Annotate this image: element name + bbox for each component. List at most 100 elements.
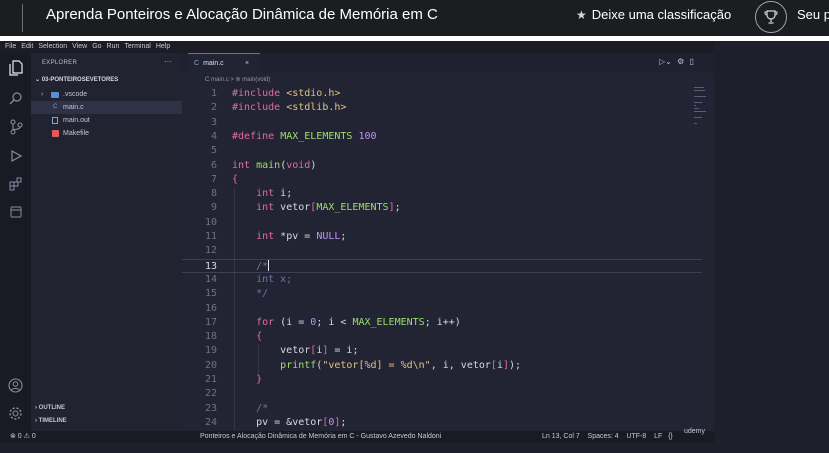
minimap bbox=[694, 87, 710, 127]
code-text: { bbox=[232, 173, 239, 185]
code-line: 16 bbox=[182, 302, 702, 316]
star-icon: ★ bbox=[576, 8, 587, 22]
explorer-item-main-c: C main.c bbox=[31, 101, 182, 114]
line-number: 4 bbox=[210, 130, 217, 142]
indent-guide bbox=[258, 344, 259, 373]
explorer-item-label: Makefile bbox=[63, 130, 90, 137]
code-line: 11 int *pv = NULL; bbox=[182, 230, 702, 244]
code-text: pv = &vetor[0]; bbox=[232, 416, 347, 428]
chevron-right-icon: › bbox=[41, 91, 44, 98]
line-number: 24 bbox=[204, 416, 217, 428]
line-number: 7 bbox=[210, 173, 217, 185]
extensions-icon bbox=[7, 175, 24, 192]
file-icon bbox=[52, 117, 58, 124]
c-file-icon: C bbox=[205, 77, 210, 83]
line-number: 3 bbox=[210, 116, 217, 128]
progress-label[interactable]: Seu p bbox=[797, 7, 829, 22]
code-line: 18 { bbox=[182, 330, 702, 344]
c-file-icon: C bbox=[53, 104, 58, 110]
code-line: 15 */ bbox=[182, 287, 702, 301]
code-text: #include <stdio.h> bbox=[232, 88, 341, 99]
makefile-icon bbox=[52, 130, 59, 137]
indentation: Spaces: 4 bbox=[587, 433, 619, 440]
close-icon: × bbox=[245, 60, 250, 67]
code-line: 24 pv = &vetor[0]; bbox=[182, 416, 702, 430]
indent-guide bbox=[234, 187, 235, 431]
source-control-icon bbox=[7, 118, 24, 135]
explorer-item-label: .vscode bbox=[63, 91, 88, 98]
course-title[interactable]: Aprenda Ponteiros e Alocação Dinâmica de… bbox=[46, 6, 438, 24]
code-text: int i; bbox=[256, 188, 293, 200]
run-debug-icon bbox=[7, 147, 24, 164]
code-line: 22 bbox=[182, 387, 702, 401]
header-divider bbox=[22, 4, 23, 32]
menu-item: Help bbox=[155, 43, 171, 50]
line-number: 8 bbox=[210, 188, 217, 200]
code-line: 21 } bbox=[182, 373, 702, 387]
workspace-folder: ⌄ 03-PONTEIROSEVETORES bbox=[35, 76, 118, 83]
code-line: 17 for (i = 0; i < MAX_ELEMENTS; i++) bbox=[182, 316, 702, 330]
line-number: 18 bbox=[204, 331, 217, 343]
explorer-icon bbox=[7, 59, 24, 76]
editor-tabbar: Cmain.c × ▷⌄ ⚙ ▯ bbox=[182, 53, 714, 73]
line-number: 16 bbox=[204, 302, 217, 314]
status-right: Ln 13, Col 7 Spaces: 4 UTF-8 LF {} bbox=[542, 431, 673, 443]
menu-item: Go bbox=[92, 43, 102, 50]
code-line: 10 bbox=[182, 216, 702, 230]
split-editor-icon: ▯ bbox=[689, 57, 694, 66]
c-file-icon: C bbox=[194, 60, 200, 67]
explorer-item-main-out: main.out bbox=[31, 114, 182, 127]
code-line: 7{ bbox=[182, 173, 702, 187]
search-icon bbox=[7, 89, 24, 106]
code-text: int *pv = NULL; bbox=[256, 231, 347, 242]
line-number: 17 bbox=[204, 316, 217, 328]
vscode-menubar: File Edit Selection View Go Run Terminal Help bbox=[0, 41, 714, 53]
line-number: 20 bbox=[204, 359, 217, 371]
code-line: 20 printf("vetor[%d] = %d\n", i, vetor[i… bbox=[182, 359, 702, 373]
menu-item: Edit bbox=[21, 43, 34, 50]
code-text: for (i = 0; i < MAX_ELEMENTS; i++) bbox=[256, 316, 461, 328]
remote-explorer-icon bbox=[7, 203, 24, 220]
code-line: 8 int i; bbox=[182, 187, 702, 201]
explorer-item-vscode: › .vscode bbox=[31, 88, 182, 101]
rate-label: Deixe uma classificação bbox=[591, 7, 732, 22]
video-frame[interactable]: File Edit Selection View Go Run Terminal Help E… bbox=[0, 41, 829, 453]
trophy-icon bbox=[764, 10, 778, 24]
code-line: 6 int main(void) bbox=[182, 159, 702, 173]
code-text: #include <stdlib.h> bbox=[232, 102, 347, 114]
tab-main-c: Cmain.c × bbox=[188, 53, 260, 73]
code-text: { bbox=[256, 331, 263, 343]
code-line: 9 int vetor[MAX_ELEMENTS]; bbox=[182, 201, 702, 215]
function-symbol-icon: ⊚ bbox=[235, 77, 241, 83]
rate-course-button[interactable]: ★ Deixe uma classificação bbox=[576, 7, 731, 23]
line-number: 15 bbox=[204, 288, 217, 300]
code-line: 23 /* bbox=[182, 402, 702, 416]
settings-gear-icon bbox=[7, 405, 24, 422]
line-number: 9 bbox=[210, 202, 217, 214]
line-number: 1 bbox=[210, 88, 217, 99]
language-mode: {} bbox=[668, 433, 673, 440]
menu-item: Run bbox=[106, 43, 120, 50]
code-line: 14 int x; bbox=[182, 273, 702, 287]
problems-status: ⊗ 0 ⚠ 0 bbox=[10, 433, 36, 440]
line-number: 6 bbox=[210, 159, 217, 171]
code-text: } bbox=[256, 374, 263, 385]
code-text: printf("vetor[%d] = %d\n", i, vetor[i]); bbox=[280, 359, 522, 371]
code-editor: Cmain.c × ▷⌄ ⚙ ▯ C main.c > ⊚ main(void)… bbox=[182, 53, 714, 431]
code-line: 19 vetor[i] = i; bbox=[182, 344, 702, 358]
line-number: 21 bbox=[204, 374, 217, 385]
progress-trophy-button[interactable] bbox=[755, 1, 787, 33]
more-actions-icon: ··· bbox=[164, 57, 172, 66]
code-area: 1 #include <stdio.h> 2 #include <stdlib.h> 3… bbox=[182, 87, 714, 431]
explorer-sidebar: EXPLORER ··· ⌄ 03-PONTEIROSEVETORES › .v… bbox=[31, 53, 182, 431]
code-text: int main(void) bbox=[232, 159, 317, 171]
explorer-title: EXPLORER bbox=[42, 60, 78, 66]
menu-item: View bbox=[72, 43, 88, 50]
outline-label: OUTLINE bbox=[38, 405, 66, 411]
timeline-section: › TIMELINE bbox=[35, 418, 67, 424]
end-of-line: LF bbox=[654, 433, 663, 440]
cursor-position: Ln 13, Col 7 bbox=[542, 433, 580, 440]
code-line: 4 #define MAX_ELEMENTS 100 bbox=[182, 130, 702, 144]
line-number: 22 bbox=[204, 388, 217, 400]
code-line: 5 bbox=[182, 144, 702, 158]
